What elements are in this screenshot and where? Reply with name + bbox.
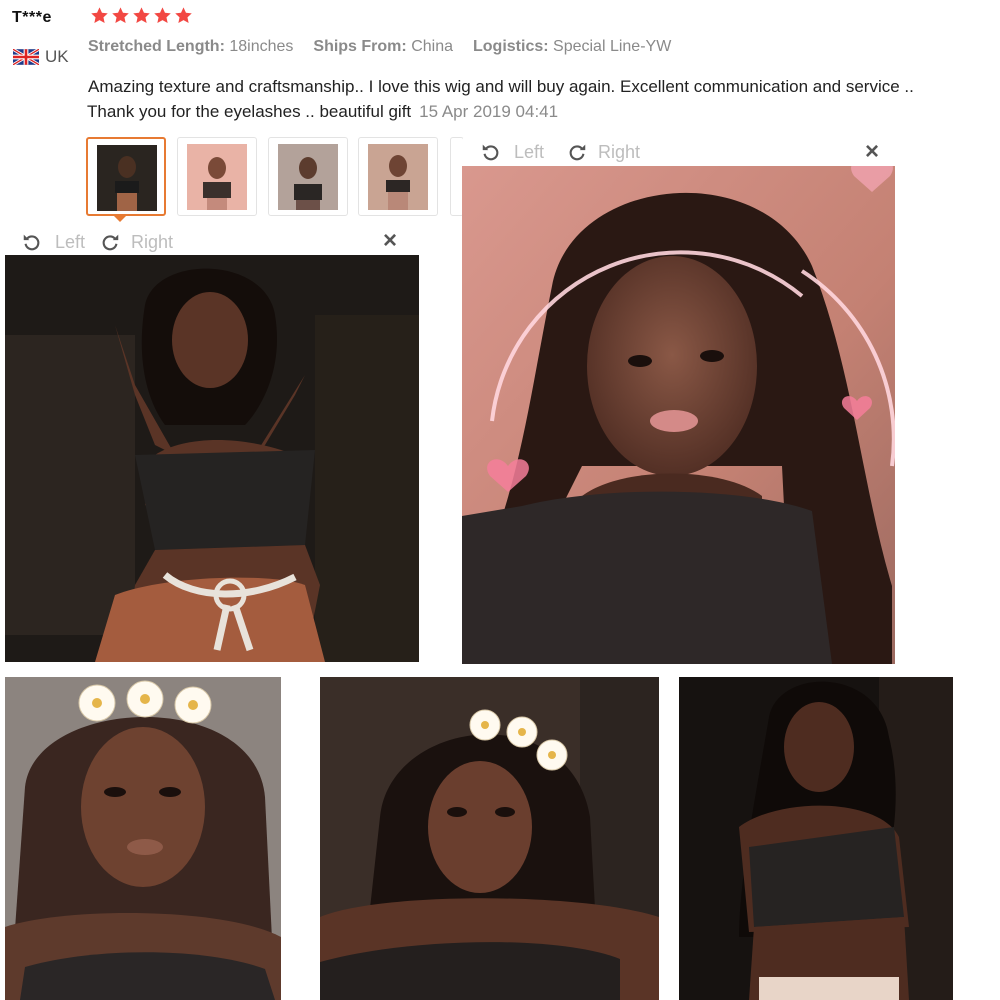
- star-icon: [112, 7, 129, 24]
- reviewer-name: T***e: [12, 9, 52, 26]
- close-viewer-button[interactable]: ×: [865, 138, 879, 166]
- review-thumbnail[interactable]: [86, 137, 166, 216]
- thumbnail-image: [97, 145, 157, 211]
- rotate-right-icon[interactable]: [99, 231, 121, 253]
- review-thumbnail[interactable]: [268, 137, 348, 216]
- rotate-right-button[interactable]: Right: [131, 232, 173, 253]
- review-text-line1: Amazing texture and craftsmanship.. I lo…: [88, 77, 914, 96]
- uk-flag-icon: [13, 49, 39, 65]
- rotate-left-icon[interactable]: [480, 141, 502, 163]
- star-icon: [133, 7, 150, 24]
- close-viewer-button[interactable]: ×: [383, 227, 397, 255]
- product-specs: Stretched Length: 18inches Ships From: C…: [88, 38, 671, 56]
- rotate-left-icon[interactable]: [21, 231, 43, 253]
- active-thumbnail-indicator: [113, 215, 127, 222]
- review-date: 15 Apr 2019 04:41: [419, 102, 559, 121]
- rotate-right-icon[interactable]: [566, 141, 588, 163]
- spec-logistics: Logistics: Special Line-YW: [473, 38, 672, 55]
- country-label: UK: [45, 47, 69, 66]
- review-thumbnail[interactable]: [177, 137, 257, 216]
- image-viewer-toolbar: Left Right ×: [463, 138, 895, 166]
- rotate-left-button[interactable]: Left: [514, 142, 544, 163]
- review-photo-large: [462, 166, 895, 664]
- spec-length: Stretched Length: 18inches: [88, 38, 294, 55]
- review-text-line2: Thank you for the eyelashes .. beautiful…: [87, 102, 558, 122]
- review-photo: [5, 255, 419, 662]
- rotate-right-button[interactable]: Right: [598, 142, 640, 163]
- thumbnail-image: [187, 144, 247, 210]
- reviewer-country: UK: [13, 47, 69, 67]
- star-rating: [90, 6, 193, 25]
- spec-ships-from: Ships From: China: [313, 38, 453, 55]
- review-thumbnail[interactable]: [358, 137, 438, 216]
- star-icon: [91, 7, 108, 24]
- review-text-continued: Thank you for the eyelashes .. beautiful…: [87, 102, 412, 121]
- review-photo: [320, 677, 659, 1000]
- image-viewer-toolbar: Left Right ×: [5, 227, 415, 255]
- thumbnail-image: [368, 144, 428, 210]
- review-photo: [679, 677, 953, 1000]
- star-icon: [154, 7, 171, 24]
- rotate-left-button[interactable]: Left: [55, 232, 85, 253]
- review-photo: [5, 677, 281, 1000]
- star-icon: [175, 7, 192, 24]
- thumbnail-image: [278, 144, 338, 210]
